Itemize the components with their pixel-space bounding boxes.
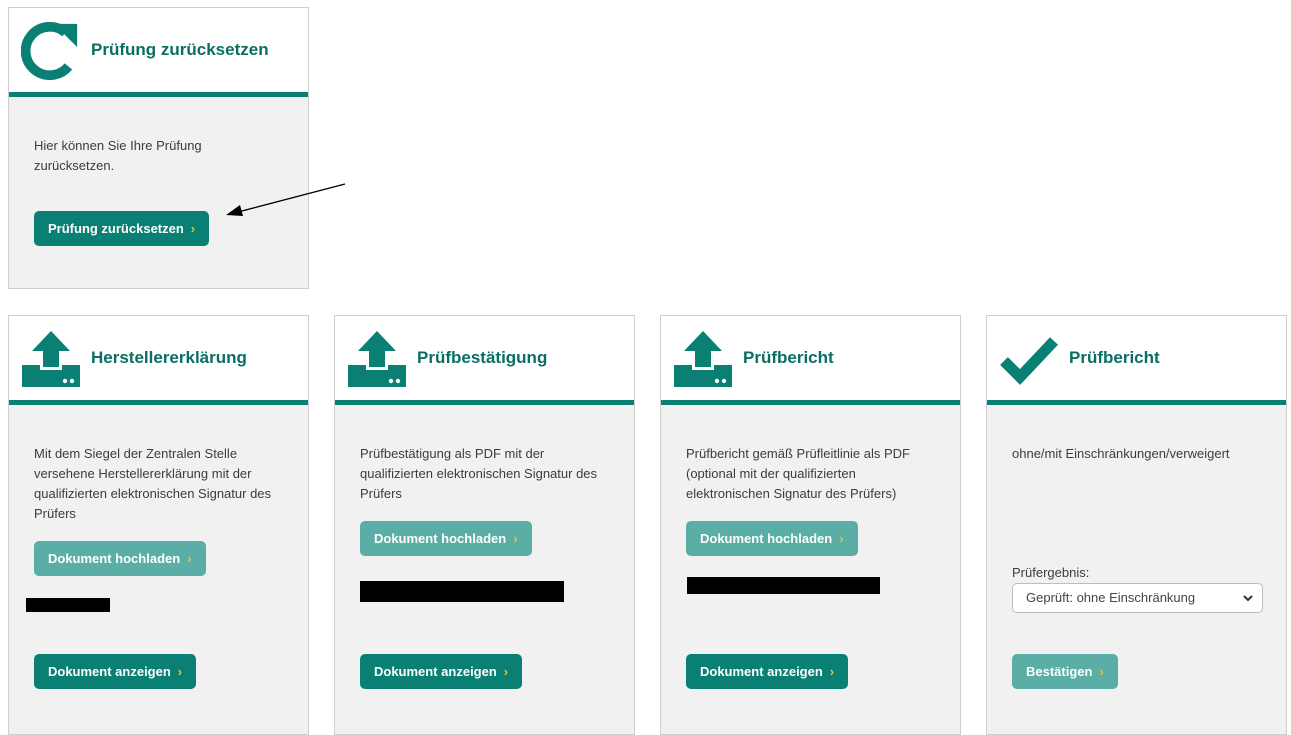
- chevron-right-icon: ›: [503, 664, 509, 679]
- result-label: Prüfergebnis:: [1012, 565, 1090, 580]
- chevron-right-icon: ›: [177, 664, 183, 679]
- upload-icon: [674, 331, 732, 387]
- upload-document-button[interactable]: Dokument hochladen ›: [34, 541, 206, 576]
- manufacturer-declaration-card: Herstellererklärung Mit dem Siegel der Z…: [8, 315, 309, 735]
- button-label: Dokument hochladen: [700, 531, 833, 546]
- card-description: Prüfbestätigung als PDF mit der qualifiz…: [360, 446, 598, 501]
- upload-document-button[interactable]: Dokument hochladen ›: [686, 521, 858, 556]
- card-description: Prüfbericht gemäß Prüfleitlinie als PDF …: [686, 446, 910, 501]
- checkmark-icon: [1000, 337, 1058, 385]
- card-title: Prüfbericht: [1069, 348, 1160, 367]
- reset-card: Prüfung zurücksetzen Hier können Sie Ihr…: [8, 7, 309, 289]
- card-header: Prüfbericht: [987, 316, 1286, 405]
- card-title: Prüfbericht: [743, 348, 834, 367]
- button-label: Dokument anzeigen: [700, 664, 823, 679]
- card-header: Prüfung zurücksetzen: [9, 8, 308, 97]
- view-document-button[interactable]: Dokument anzeigen ›: [34, 654, 197, 689]
- test-confirmation-card: Prüfbestätigung Prüfbestätigung als PDF …: [334, 315, 635, 735]
- upload-icon: [22, 331, 80, 387]
- test-result-card: Prüfbericht ohne/mit Einschränkungen/ver…: [986, 315, 1287, 735]
- chevron-right-icon: ›: [513, 531, 518, 546]
- result-select[interactable]: Geprüft: ohne Einschränkung: [1012, 583, 1263, 613]
- chevron-right-icon: ›: [1099, 664, 1104, 679]
- redacted-filename: [360, 581, 564, 602]
- upload-icon: [348, 331, 406, 387]
- chevron-right-icon: ›: [187, 551, 192, 566]
- button-label: Prüfung zurücksetzen: [48, 221, 184, 236]
- card-description: Mit dem Siegel der Zentralen Stelle vers…: [34, 446, 272, 521]
- chevron-right-icon: ›: [190, 221, 196, 236]
- button-label: Dokument hochladen: [48, 551, 181, 566]
- chevron-right-icon: ›: [839, 531, 844, 546]
- card-description: Hier können Sie Ihre Prüfung zurücksetze…: [34, 138, 202, 173]
- redacted-filename: [26, 598, 110, 612]
- button-label: Dokument hochladen: [374, 531, 507, 546]
- result-select-value: Geprüft: ohne Einschränkung: [1026, 590, 1196, 605]
- button-label: Bestätigen: [1026, 664, 1093, 679]
- reset-button[interactable]: Prüfung zurücksetzen ›: [34, 211, 210, 246]
- card-header: Herstellererklärung: [9, 316, 308, 405]
- card-header: Prüfbericht: [661, 316, 960, 405]
- button-label: Dokument anzeigen: [48, 664, 171, 679]
- card-description: ohne/mit Einschränkungen/verweigert: [1012, 446, 1230, 461]
- redacted-filename: [687, 577, 880, 594]
- chevron-right-icon: ›: [829, 664, 835, 679]
- upload-document-button[interactable]: Dokument hochladen ›: [360, 521, 532, 556]
- annotation-arrow: [226, 183, 346, 216]
- button-label: Dokument anzeigen: [374, 664, 497, 679]
- test-report-card: Prüfbericht Prüfbericht gemäß Prüfleitli…: [660, 315, 961, 735]
- card-header: Prüfbestätigung: [335, 316, 634, 405]
- card-title: Prüfung zurücksetzen: [91, 40, 269, 59]
- confirm-button[interactable]: Bestätigen ›: [1012, 654, 1118, 689]
- chevron-down-icon: [1243, 595, 1253, 602]
- card-title: Prüfbestätigung: [417, 348, 548, 367]
- card-title: Herstellererklärung: [91, 348, 247, 367]
- reset-arrow-icon: [21, 21, 78, 80]
- view-document-button[interactable]: Dokument anzeigen ›: [360, 654, 523, 689]
- view-document-button[interactable]: Dokument anzeigen ›: [686, 654, 849, 689]
